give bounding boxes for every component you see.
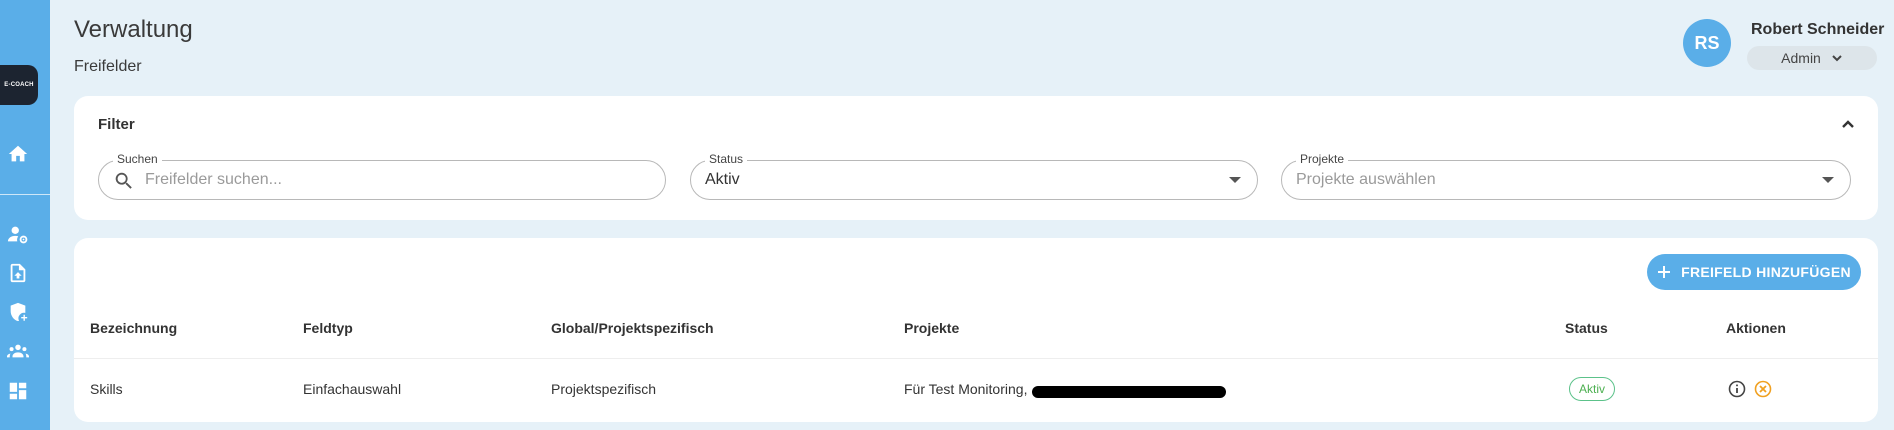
search-placeholder: Freifelder suchen...	[145, 171, 282, 188]
cell-scope: Projektspezifisch	[551, 381, 657, 397]
user-settings-icon[interactable]	[5, 221, 31, 247]
column-header-status[interactable]: Status	[1565, 320, 1608, 336]
app-logo[interactable]: E-COACH	[0, 65, 38, 105]
cell-projekte: Für Test Monitoring,	[904, 381, 1028, 397]
file-upload-icon[interactable]	[5, 260, 31, 286]
page-title: Verwaltung	[74, 16, 193, 43]
dropdown-arrow-icon	[1822, 177, 1834, 183]
projects-placeholder: Projekte auswählen	[1296, 171, 1436, 188]
cell-feldtyp: Einfachauswahl	[303, 381, 402, 397]
page-subtitle: Freifelder	[74, 58, 142, 75]
search-label: Suchen	[113, 152, 162, 166]
projects-label: Projekte	[1296, 152, 1349, 166]
role-dropdown[interactable]: Admin	[1747, 46, 1877, 70]
dropdown-arrow-icon	[1229, 177, 1241, 183]
column-header-bezeichnung[interactable]: Bezeichnung	[90, 320, 177, 336]
add-freifeld-button[interactable]: FREIFELD HINZUFÜGEN	[1647, 254, 1861, 290]
status-select[interactable]: Status Aktiv	[690, 152, 1258, 200]
table-divider	[74, 358, 1878, 359]
collapse-filter-button[interactable]	[1836, 112, 1860, 136]
delete-icon[interactable]	[1754, 380, 1772, 398]
search-icon	[113, 170, 135, 192]
role-label: Admin	[1781, 50, 1821, 66]
filter-panel: Filter Suchen Freifelder suchen... Statu…	[74, 96, 1878, 220]
sidebar-divider	[0, 194, 50, 195]
shield-add-icon[interactable]	[5, 299, 31, 325]
avatar[interactable]: RS	[1683, 19, 1731, 67]
dashboard-icon[interactable]	[5, 378, 31, 404]
chevron-up-icon	[1842, 120, 1854, 128]
plus-icon	[1658, 266, 1671, 278]
freifelder-table-panel: FREIFELD HINZUFÜGEN Bezeichnung Feldtyp …	[74, 238, 1878, 422]
status-label: Status	[705, 152, 748, 166]
sidebar: E-COACH	[0, 0, 50, 430]
chevron-down-icon	[1832, 55, 1842, 62]
status-badge: Aktiv	[1569, 377, 1615, 401]
column-header-feldtyp[interactable]: Feldtyp	[303, 320, 353, 336]
projects-select[interactable]: Projekte Projekte auswählen	[1281, 152, 1851, 200]
column-header-scope[interactable]: Global/Projektspezifisch	[551, 320, 714, 336]
user-name: Robert Schneider	[1751, 21, 1885, 38]
groups-icon[interactable]	[5, 338, 31, 364]
status-value: Aktiv	[705, 171, 740, 188]
column-header-projekte[interactable]: Projekte	[904, 320, 959, 336]
add-freifeld-label: FREIFELD HINZUFÜGEN	[1681, 264, 1851, 280]
search-input[interactable]: Suchen Freifelder suchen...	[98, 152, 666, 200]
column-header-aktionen: Aktionen	[1726, 320, 1786, 336]
home-icon[interactable]	[5, 141, 31, 167]
info-icon[interactable]	[1728, 380, 1746, 398]
filter-title: Filter	[98, 116, 135, 133]
cell-bezeichnung: Skills	[90, 381, 123, 397]
redaction-mark	[1032, 386, 1226, 398]
